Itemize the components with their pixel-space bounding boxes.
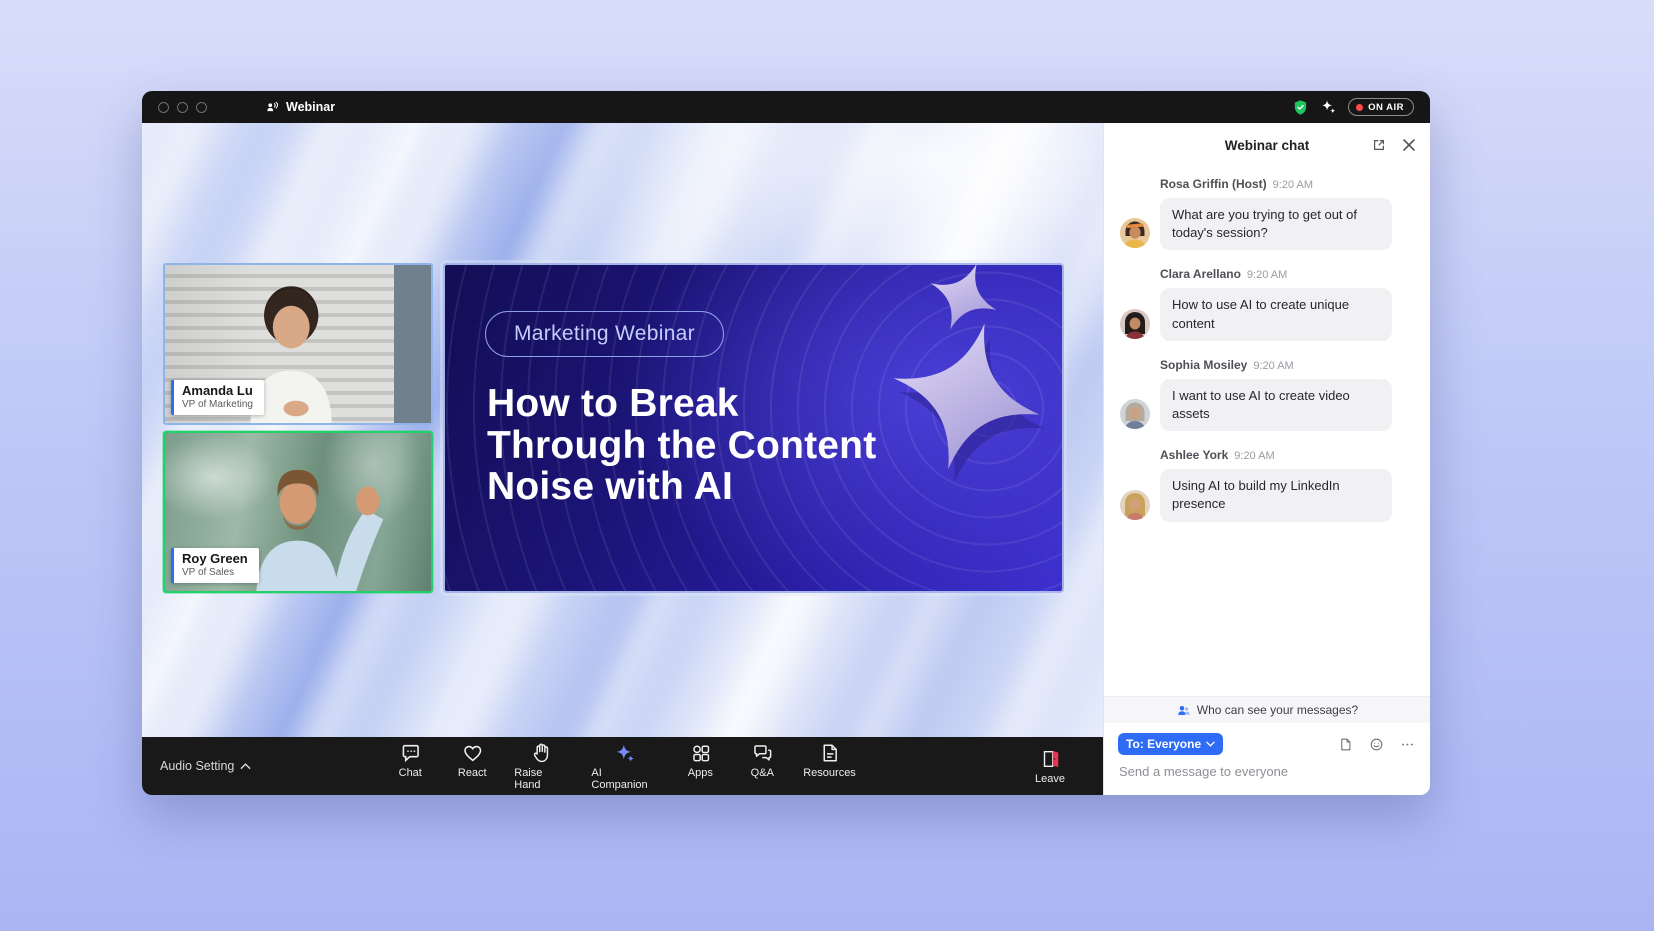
message-time: 9:20 AM bbox=[1247, 269, 1287, 281]
titlebar: Webinar ON AIR bbox=[142, 91, 1430, 123]
avatar-clara-arellano bbox=[1120, 309, 1150, 339]
audio-setting-label: Audio Setting bbox=[160, 759, 234, 773]
chat-message-list[interactable]: Rosa Griffin (Host) 9:20 AM What are you … bbox=[1104, 167, 1430, 696]
avatar-sophia-mosiley bbox=[1120, 399, 1150, 429]
avatar-rosa-griffin bbox=[1120, 218, 1150, 248]
webinar-chat-panel: Webinar chat Rosa Griffin (Ho bbox=[1103, 123, 1430, 795]
raise-hand-icon bbox=[530, 741, 553, 764]
on-air-label: ON AIR bbox=[1368, 102, 1404, 113]
leave-door-icon bbox=[1039, 747, 1062, 770]
close-window-button[interactable] bbox=[158, 102, 169, 113]
message-text: How to use AI to create unique content bbox=[1160, 288, 1392, 340]
leave-button[interactable]: Leave bbox=[1035, 747, 1065, 785]
attach-file-icon[interactable] bbox=[1336, 735, 1354, 753]
resources-button-label: Resources bbox=[803, 767, 856, 779]
people-icon bbox=[1176, 703, 1191, 718]
message-text: Using AI to build my LinkedIn presence bbox=[1160, 469, 1392, 521]
chat-message: Ashlee York 9:20 AM Using AI to build my … bbox=[1120, 446, 1414, 521]
participant-role: VP of Marketing bbox=[182, 399, 253, 410]
video-stage: Amanda Lu VP of Marketing bbox=[142, 123, 1103, 737]
react-button-label: React bbox=[458, 767, 487, 779]
recipient-label: To: Everyone bbox=[1126, 737, 1201, 751]
meeting-toolbar: Audio Setting Chat React bbox=[142, 737, 1103, 795]
message-author: Rosa Griffin (Host) bbox=[1160, 177, 1267, 191]
ai-companion-button[interactable]: AI Companion bbox=[583, 741, 666, 791]
raise-hand-button-label: Raise Hand bbox=[514, 767, 569, 791]
video-tile-roy-green[interactable]: Roy Green VP of Sales bbox=[163, 431, 433, 593]
close-chat-icon[interactable] bbox=[1400, 136, 1418, 154]
maximize-window-button[interactable] bbox=[196, 102, 207, 113]
video-tile-amanda-lu[interactable]: Amanda Lu VP of Marketing bbox=[163, 263, 433, 425]
slide-title-line-3: Noise with AI bbox=[487, 466, 876, 508]
message-time: 9:20 AM bbox=[1273, 179, 1313, 191]
app-title: Webinar bbox=[265, 100, 335, 114]
shared-presentation: Marketing Webinar How to Break Through t… bbox=[443, 263, 1064, 593]
ai-companion-button-label: AI Companion bbox=[591, 767, 658, 791]
chat-message: Rosa Griffin (Host) 9:20 AM What are you … bbox=[1120, 175, 1414, 250]
slide-title: How to Break Through the Content Noise w… bbox=[487, 383, 876, 508]
slide-title-line-1: How to Break bbox=[487, 383, 876, 425]
chat-button[interactable]: Chat bbox=[382, 741, 438, 791]
minimize-window-button[interactable] bbox=[177, 102, 188, 113]
ai-companion-titlebar-icon[interactable] bbox=[1320, 99, 1337, 116]
resources-button[interactable]: Resources bbox=[796, 741, 862, 791]
nametag-amanda: Amanda Lu VP of Marketing bbox=[171, 380, 264, 415]
recipient-selector[interactable]: To: Everyone bbox=[1118, 733, 1223, 755]
message-visibility-info[interactable]: Who can see your messages? bbox=[1104, 696, 1430, 723]
chat-header: Webinar chat bbox=[1104, 123, 1430, 167]
ai-sparkle-icon bbox=[613, 741, 636, 764]
webinar-window: Webinar ON AIR bbox=[142, 91, 1430, 795]
chat-message: Clara Arellano 9:20 AM How to use AI to c… bbox=[1120, 265, 1414, 340]
message-time: 9:20 AM bbox=[1253, 360, 1293, 372]
participant-name: Amanda Lu bbox=[182, 383, 253, 398]
participant-role: VP of Sales bbox=[182, 567, 248, 578]
audio-setting-button[interactable]: Audio Setting bbox=[160, 759, 251, 773]
on-air-badge: ON AIR bbox=[1348, 98, 1414, 116]
qa-button-label: Q&A bbox=[751, 767, 774, 779]
chat-button-label: Chat bbox=[399, 767, 422, 779]
message-text: I want to use AI to create video assets bbox=[1160, 379, 1392, 431]
nametag-roy: Roy Green VP of Sales bbox=[171, 548, 259, 583]
message-author: Clara Arellano bbox=[1160, 267, 1241, 281]
message-text: What are you trying to get out of today'… bbox=[1160, 198, 1392, 250]
raise-hand-button[interactable]: Raise Hand bbox=[506, 741, 577, 791]
apps-icon bbox=[689, 741, 712, 764]
security-shield-icon[interactable] bbox=[1292, 99, 1309, 116]
emoji-icon[interactable] bbox=[1367, 735, 1385, 753]
message-author: Ashlee York bbox=[1160, 448, 1228, 462]
resources-icon bbox=[818, 741, 841, 764]
chat-message-input[interactable] bbox=[1119, 764, 1415, 779]
apps-button[interactable]: Apps bbox=[672, 741, 728, 791]
pop-out-icon[interactable] bbox=[1370, 136, 1388, 154]
chevron-down-icon bbox=[1206, 741, 1215, 747]
chat-message: Sophia Mosiley 9:20 AM I want to use AI t… bbox=[1120, 356, 1414, 431]
webinar-icon bbox=[265, 100, 279, 114]
react-button[interactable]: React bbox=[444, 741, 500, 791]
window-controls bbox=[158, 102, 207, 113]
heart-icon bbox=[461, 741, 484, 764]
chevron-up-icon bbox=[240, 762, 251, 770]
chat-panel-title: Webinar chat bbox=[1225, 138, 1310, 153]
participant-name: Roy Green bbox=[182, 551, 248, 566]
slide-title-line-2: Through the Content bbox=[487, 425, 876, 467]
avatar-ashlee-york bbox=[1120, 490, 1150, 520]
compose-toolbar: To: Everyone bbox=[1104, 723, 1430, 755]
app-title-label: Webinar bbox=[286, 100, 335, 114]
message-author: Sophia Mosiley bbox=[1160, 358, 1247, 372]
leave-button-label: Leave bbox=[1035, 773, 1065, 785]
message-time: 9:20 AM bbox=[1234, 450, 1274, 462]
slide-badge: Marketing Webinar bbox=[485, 311, 724, 357]
chat-icon bbox=[399, 741, 422, 764]
apps-button-label: Apps bbox=[688, 767, 713, 779]
more-options-icon[interactable] bbox=[1398, 735, 1416, 753]
on-air-dot bbox=[1356, 104, 1363, 111]
qa-button[interactable]: Q&A bbox=[734, 741, 790, 791]
qa-icon bbox=[751, 741, 774, 764]
visibility-note-label: Who can see your messages? bbox=[1197, 703, 1358, 717]
